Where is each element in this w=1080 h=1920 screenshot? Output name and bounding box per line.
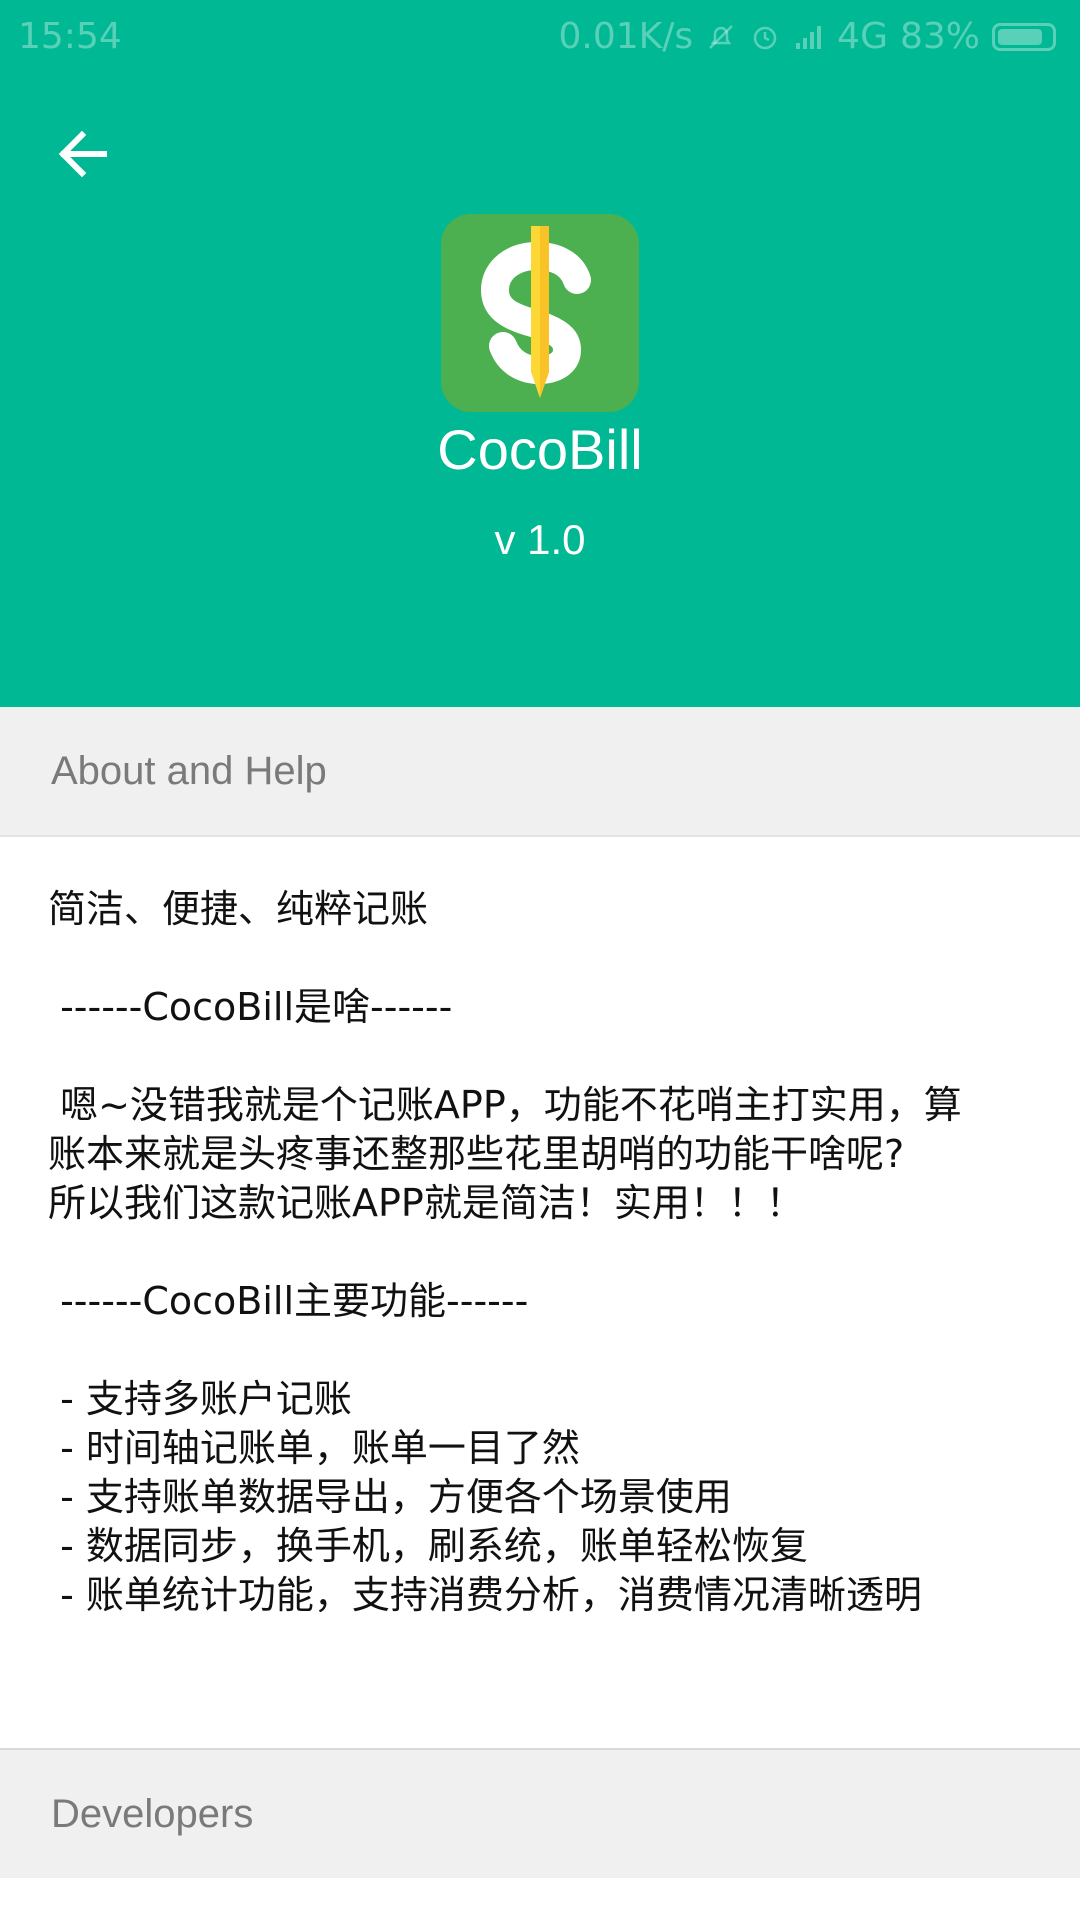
network-type: 4G [837, 16, 888, 57]
developers-section-header: Developers [0, 1748, 1080, 1878]
app-header: 15:54 0.01K/s 4G 83% CocoBill v 1.0 [0, 0, 1080, 707]
tagline: 简洁、便捷、纯粹记账 [48, 887, 429, 931]
status-bar: 15:54 0.01K/s 4G 83% [0, 0, 1080, 76]
description-line: 账本来就是头疼事还整那些花里胡哨的功能干啥呢? [48, 1132, 905, 1176]
about-screen: 15:54 0.01K/s 4G 83% CocoBill v 1.0 Abou… [0, 0, 1080, 1920]
about-section-title: About and Help [51, 748, 327, 793]
feature-item: - 支持多账户记账 [48, 1377, 352, 1421]
app-name: CocoBill [437, 418, 643, 481]
status-time: 15:54 [18, 16, 122, 57]
developers-section-title: Developers [51, 1791, 254, 1836]
back-button[interactable] [40, 112, 128, 200]
feature-item: - 账单统计功能，支持消费分析，消费情况清晰透明 [48, 1573, 922, 1617]
battery-icon [992, 22, 1056, 51]
mute-icon [705, 21, 737, 53]
battery-level: 83% [899, 16, 980, 57]
alarm-icon [749, 21, 781, 53]
app-logo [441, 214, 639, 412]
feature-item: - 时间轴记账单，账单一目了然 [48, 1426, 580, 1470]
what-heading: ------CocoBill是啥------ [48, 985, 453, 1029]
description-line: 嗯~没错我就是个记账APP，功能不花哨主打实用，算 [48, 1083, 962, 1127]
status-indicators: 0.01K/s 4G 83% [559, 16, 1056, 57]
features-heading: ------CocoBill主要功能------ [48, 1279, 529, 1323]
feature-item: - 支持账单数据导出，方便各个场景使用 [48, 1475, 732, 1519]
about-text: 简洁、便捷、纯粹记账 ------CocoBill是啥------ 嗯~没错我就… [48, 885, 1038, 1620]
app-version: v 1.0 [494, 516, 586, 563]
arrow-left-icon [54, 124, 114, 188]
net-speed: 0.01K/s [558, 16, 694, 57]
description-line: 所以我们这款记账APP就是简洁！实用！！！ [48, 1181, 804, 1225]
feature-item: - 数据同步，换手机，刷系统，账单轻松恢复 [48, 1524, 808, 1568]
signal-icon [793, 21, 825, 53]
about-section-header: About and Help [0, 707, 1080, 837]
dollar-pencil-icon [480, 226, 591, 398]
